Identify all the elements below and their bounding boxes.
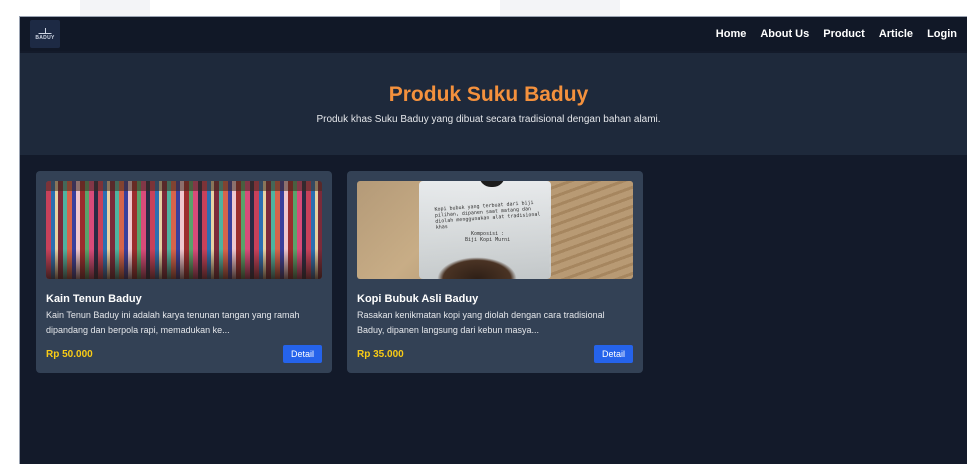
- product-footer: Rp 50.000 Detail: [46, 345, 322, 363]
- hero-banner: Produk Suku Baduy Produk khas Suku Baduy…: [20, 53, 967, 155]
- nav-link-article[interactable]: Article: [879, 28, 913, 40]
- product-name: Kain Tenun Baduy: [46, 293, 142, 305]
- bag-composition: Komposisi : Biji Kopi Murni: [465, 231, 510, 243]
- product-footer: Rp 35.000 Detail: [357, 345, 633, 363]
- nav-link-about-us[interactable]: About Us: [760, 28, 809, 40]
- product-card-kain-tenun: Kain Tenun Baduy Kain Tenun Baduy ini ad…: [36, 171, 332, 373]
- product-price: Rp 35.000: [357, 348, 404, 360]
- wood-background: [549, 181, 633, 279]
- background-decoration: [500, 0, 620, 16]
- nav-link-login[interactable]: Login: [927, 28, 957, 40]
- page-title: Produk Suku Baduy: [388, 83, 589, 106]
- nav-links: Home About Us Product Article Login: [716, 28, 957, 40]
- product-image-kopi-bubuk: Kopi bubuk yang terbuat dari biji piliha…: [357, 181, 633, 279]
- nav-link-product[interactable]: Product: [823, 28, 865, 40]
- product-card-kopi-bubuk: Kopi bubuk yang terbuat dari biji piliha…: [347, 171, 643, 373]
- detail-button[interactable]: Detail: [282, 345, 322, 363]
- product-description: Rasakan kenikmatan kopi yang diolah deng…: [357, 310, 605, 335]
- bag-seal: [479, 181, 505, 187]
- bag-composition-value: Biji Kopi Murni: [465, 237, 511, 243]
- browser-viewport: BADUY Home About Us Product Article Logi…: [19, 16, 967, 464]
- product-name: Kopi Bubuk Asli Baduy: [357, 293, 479, 305]
- product-image-kain-tenun: [46, 181, 322, 279]
- house-logo-icon: [38, 27, 52, 34]
- page-subtitle: Produk khas Suku Baduy yang dibuat secar…: [316, 114, 661, 125]
- site-logo[interactable]: BADUY: [30, 20, 60, 48]
- bag-label-text: Kopi bubuk yang terbuat dari biji piliha…: [434, 199, 541, 231]
- product-price: Rp 50.000: [46, 348, 93, 360]
- navbar: BADUY Home About Us Product Article Logi…: [20, 17, 967, 51]
- nav-link-home[interactable]: Home: [716, 28, 747, 40]
- detail-button[interactable]: Detail: [593, 345, 633, 363]
- product-description: Kain Tenun Baduy ini adalah karya tenuna…: [46, 310, 300, 335]
- logo-text: BADUY: [35, 34, 55, 41]
- background-decoration: [80, 0, 150, 16]
- product-grid: Kain Tenun Baduy Kain Tenun Baduy ini ad…: [36, 171, 643, 373]
- coffee-grounds: [437, 257, 517, 279]
